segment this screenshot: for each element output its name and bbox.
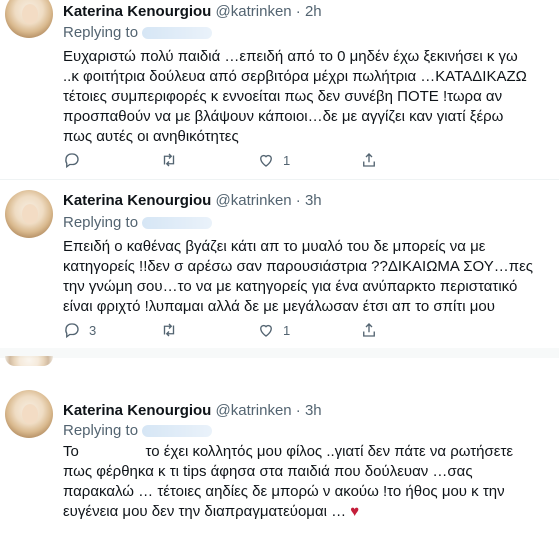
like-count: 1 xyxy=(283,152,291,168)
author-name[interactable]: Katerina Kenourgiou xyxy=(63,3,211,20)
author-handle[interactable]: @katrinken xyxy=(216,192,292,209)
avatar[interactable] xyxy=(5,0,53,38)
avatar-face xyxy=(22,404,38,424)
retweet-icon xyxy=(163,323,175,337)
author-name[interactable]: Katerina Kenourgiou xyxy=(63,402,211,419)
replying-to: Replying to xyxy=(63,422,213,439)
reply-icon xyxy=(65,153,79,169)
heart-icon xyxy=(260,154,272,167)
tweet-text: Ευχαριστώ πολύ παιδιά …επειδή από το 0 μ… xyxy=(63,48,527,145)
tweet-1[interactable]: Katerina Kenourgiou @katrinken · 2h Repl… xyxy=(0,0,559,176)
author-name[interactable]: Katerina Kenourgiou xyxy=(63,192,211,209)
avatar-face xyxy=(22,4,38,24)
red-heart-icon: ♥ xyxy=(350,503,360,520)
tweet-3[interactable]: Katerina Kenourgiou @katrinken · 3h Repl… xyxy=(0,370,559,558)
tweet-time[interactable]: 3h xyxy=(305,192,322,209)
author-handle[interactable]: @katrinken xyxy=(216,402,292,419)
avatar-partial xyxy=(5,356,53,366)
replying-to: Replying to xyxy=(63,24,213,41)
retweet-icon xyxy=(163,153,175,167)
share-icon xyxy=(363,323,375,337)
like-count: 1 xyxy=(283,322,291,338)
tweet-text: Επειδή ο καθένας βγάζει κάτι απ το μυαλό… xyxy=(63,238,534,315)
share-icon xyxy=(363,153,375,167)
reply-button[interactable]: 3 xyxy=(63,321,96,339)
like-button[interactable]: 1 xyxy=(257,321,290,339)
avatar[interactable] xyxy=(5,190,53,238)
dot-separator: · xyxy=(295,402,301,419)
avatar-face xyxy=(22,204,38,224)
tweet-2[interactable]: Katerina Kenourgiou @katrinken · 3h Repl… xyxy=(0,182,559,347)
tweet-header: Katerina Kenourgiou @katrinken · 3h xyxy=(63,192,322,209)
tweet-actions: 3 1 xyxy=(63,321,483,341)
reply-icon xyxy=(65,323,79,339)
replying-to-label: Replying to xyxy=(63,422,139,439)
tweet-text: Το το έχει κολλητός μου φίλος ..γιατί δε… xyxy=(63,443,518,520)
author-handle[interactable]: @katrinken xyxy=(216,3,292,20)
tweet-text-container: Το το έχει κολλητός μου φίλος ..γιατί δε… xyxy=(63,442,533,522)
timeline-gap xyxy=(0,348,559,358)
dot-separator: · xyxy=(295,192,301,209)
dot-separator: · xyxy=(295,3,301,20)
replying-to-label: Replying to xyxy=(63,24,139,41)
tweet-actions: 1 xyxy=(63,151,483,171)
retweet-button[interactable] xyxy=(160,321,186,339)
tweet-time[interactable]: 3h xyxy=(305,402,322,419)
tweet-header: Katerina Kenourgiou @katrinken · 2h xyxy=(63,3,322,20)
share-button[interactable] xyxy=(360,151,378,169)
share-button[interactable] xyxy=(360,321,378,339)
replying-to-label: Replying to xyxy=(63,214,139,231)
retweet-button[interactable] xyxy=(160,151,186,169)
replying-to: Replying to xyxy=(63,214,213,231)
divider xyxy=(0,179,559,180)
like-button[interactable]: 1 xyxy=(257,151,290,169)
tweet-time[interactable]: 2h xyxy=(305,3,322,20)
tweet-header: Katerina Kenourgiou @katrinken · 3h xyxy=(63,402,322,419)
mention-link[interactable] xyxy=(142,27,213,40)
heart-icon xyxy=(260,324,272,337)
reply-button[interactable] xyxy=(63,151,89,169)
reply-count: 3 xyxy=(89,322,97,338)
mention-link[interactable] xyxy=(142,217,213,230)
avatar[interactable] xyxy=(5,390,53,438)
mention-link[interactable] xyxy=(142,425,213,438)
